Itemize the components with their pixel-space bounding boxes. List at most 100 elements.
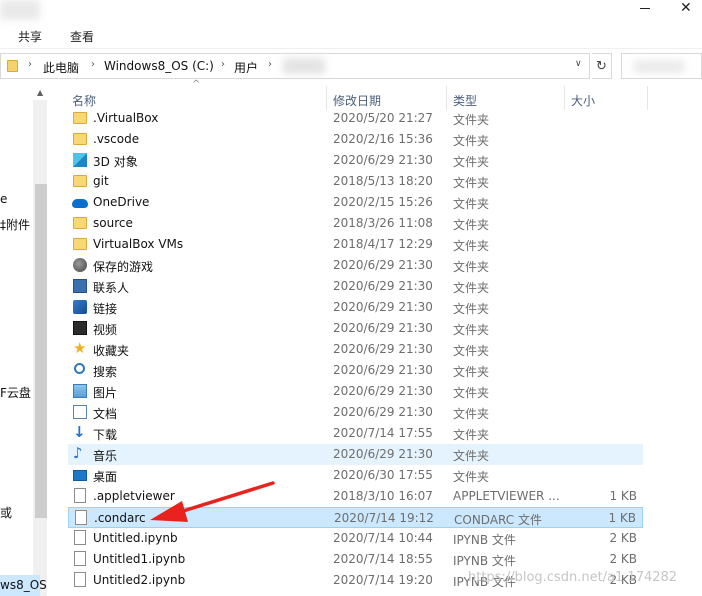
- file-type: IPYNB 文件: [453, 533, 516, 547]
- column-divider[interactable]: [446, 86, 447, 110]
- address-input[interactable]: › 此电脑 › Windows8_OS (C:) › 用户 › ∨: [0, 53, 590, 79]
- navigation-pane: ▲ e ‡附件 F云盘 或 ws8_OS: [0, 84, 50, 596]
- file-row[interactable]: ↓ 下载 2020/7/14 17:55 文件夹: [68, 423, 643, 444]
- chevron-down-icon[interactable]: ∨: [575, 59, 582, 69]
- nav-item-selected[interactable]: ws8_OS: [0, 575, 47, 596]
- column-divider[interactable]: [326, 86, 327, 110]
- file-icon: [74, 488, 86, 503]
- file-row[interactable]: 视频 2020/6/29 21:30 文件夹: [68, 318, 643, 339]
- file-size: 2 KB: [609, 552, 637, 566]
- file-name: source: [93, 216, 133, 230]
- favorites-icon: ★: [73, 339, 87, 357]
- file-name: .appletviewer: [93, 489, 175, 503]
- refresh-button[interactable]: ↻: [592, 53, 612, 79]
- file-date: 2020/2/15 15:26: [333, 195, 433, 209]
- chevron-right-icon[interactable]: ›: [221, 59, 225, 70]
- file-name: OneDrive: [93, 195, 150, 209]
- file-row[interactable]: source 2018/3/26 11:08 文件夹: [68, 213, 643, 234]
- file-name: 收藏夹: [93, 344, 130, 358]
- 3d-objects-icon: [73, 153, 87, 167]
- file-row[interactable]: Untitled.ipynb 2020/7/14 10:44 IPYNB 文件 2 K…: [68, 528, 643, 549]
- file-row[interactable]: .VirtualBox 2020/5/20 21:27 文件夹: [68, 108, 643, 129]
- file-size: 1 KB: [608, 511, 636, 525]
- chevron-right-icon[interactable]: ›: [28, 59, 32, 70]
- file-row[interactable]: .appletviewer 2018/3/10 16:07 APPLETVIEWER…: [68, 486, 643, 507]
- column-size[interactable]: 大小: [571, 92, 595, 109]
- nav-item[interactable]: F云盘: [0, 384, 31, 401]
- file-name: 下载: [93, 428, 118, 442]
- file-date: 2018/3/26 11:08: [333, 216, 433, 230]
- title-bar: ✕: [0, 0, 702, 24]
- file-date: 2020/2/16 15:36: [333, 132, 433, 146]
- searches-icon: [74, 363, 85, 374]
- file-row[interactable]: 桌面 2020/6/30 17:55 文件夹: [68, 465, 643, 486]
- nav-item[interactable]: 或: [0, 504, 12, 521]
- file-date: 2020/7/14 19:20: [333, 573, 433, 587]
- column-divider[interactable]: [647, 86, 648, 110]
- file-type: 文件夹: [453, 113, 490, 127]
- file-type: 文件夹: [453, 155, 490, 169]
- nav-item[interactable]: ‡附件: [0, 216, 30, 233]
- file-row[interactable]: VirtualBox VMs 2018/4/17 12:29 文件夹: [68, 234, 643, 255]
- tab-view[interactable]: 查看: [70, 28, 94, 45]
- nav-item[interactable]: e: [0, 192, 7, 206]
- file-row[interactable]: ♪ 音乐 2020/6/29 21:30 文件夹: [68, 444, 643, 465]
- redacted-title: [0, 0, 40, 20]
- file-name: Untitled.ipynb: [93, 531, 178, 545]
- sort-ascending-icon: ^: [192, 79, 201, 90]
- file-icon: [75, 510, 87, 525]
- nav-scroll-thumb[interactable]: [35, 184, 47, 518]
- file-row[interactable]: 保存的游戏 2020/6/29 21:30 文件夹: [68, 255, 643, 276]
- file-row[interactable]: 文档 2020/6/29 21:30 文件夹: [68, 402, 643, 423]
- breadcrumb-drive[interactable]: Windows8_OS (C:): [104, 59, 214, 73]
- file-row[interactable]: git 2018/5/13 18:20 文件夹: [68, 171, 643, 192]
- file-name: Untitled1.ipynb: [93, 552, 186, 566]
- file-row[interactable]: .condarc 2020/7/14 19:12 CONDARC 文件 1 KB: [68, 507, 643, 528]
- file-type: 文件夹: [453, 218, 490, 232]
- file-date: 2020/5/20 21:27: [333, 111, 433, 125]
- file-row[interactable]: 3D 对象 2020/6/29 21:30 文件夹: [68, 150, 643, 171]
- folder-icon: [7, 60, 18, 72]
- file-row[interactable]: .vscode 2020/2/16 15:36 文件夹: [68, 129, 643, 150]
- file-name: VirtualBox VMs: [93, 237, 184, 251]
- address-bar: › 此电脑 › Windows8_OS (C:) › 用户 › ∨ ↻: [0, 53, 702, 81]
- file-name: 保存的游戏: [93, 260, 154, 274]
- chevron-right-icon[interactable]: ›: [268, 59, 272, 70]
- scroll-up-icon[interactable]: ▲: [37, 88, 43, 97]
- column-type[interactable]: 类型: [453, 92, 477, 109]
- ribbon: 共享 查看: [0, 24, 702, 49]
- minimize-icon[interactable]: [640, 2, 652, 14]
- file-name: 视频: [93, 323, 118, 337]
- file-row[interactable]: 搜索 2020/6/29 21:30 文件夹: [68, 360, 643, 381]
- file-date: 2020/7/14 10:44: [333, 531, 433, 545]
- file-date: 2018/5/13 18:20: [333, 174, 433, 188]
- file-name: .vscode: [93, 132, 140, 146]
- downloads-icon: ↓: [73, 423, 86, 441]
- column-name[interactable]: 名称: [72, 92, 96, 109]
- file-date: 2020/6/29 21:30: [333, 363, 433, 377]
- search-input[interactable]: [621, 53, 702, 79]
- breadcrumb-this-pc[interactable]: 此电脑: [43, 59, 79, 76]
- file-type: 文件夹: [453, 428, 490, 442]
- file-row[interactable]: 联系人 2020/6/29 21:30 文件夹: [68, 276, 643, 297]
- file-row[interactable]: Untitled1.ipynb 2020/7/14 18:55 IPYNB 文件 2 …: [68, 549, 643, 570]
- file-icon: [74, 572, 86, 587]
- file-date: 2020/7/14 17:55: [333, 426, 433, 440]
- contacts-icon: [73, 279, 87, 293]
- file-type: 文件夹: [453, 344, 490, 358]
- column-divider[interactable]: [564, 86, 565, 110]
- file-row[interactable]: 图片 2020/6/29 21:30 文件夹: [68, 381, 643, 402]
- file-row[interactable]: OneDrive 2020/2/15 15:26 文件夹: [68, 192, 643, 213]
- file-type: 文件夹: [453, 239, 490, 253]
- onedrive-icon: [72, 199, 88, 208]
- tab-share[interactable]: 共享: [18, 28, 42, 45]
- file-row[interactable]: 链接 2020/6/29 21:30 文件夹: [68, 297, 643, 318]
- file-name: 链接: [93, 302, 118, 316]
- column-date[interactable]: 修改日期: [333, 92, 381, 109]
- file-type: IPYNB 文件: [453, 554, 516, 568]
- breadcrumb-users[interactable]: 用户: [234, 59, 258, 76]
- file-row[interactable]: ★ 收藏夹 2020/6/29 21:30 文件夹: [68, 339, 643, 360]
- close-icon[interactable]: ✕: [680, 0, 692, 16]
- file-date: 2020/6/29 21:30: [333, 153, 433, 167]
- chevron-right-icon[interactable]: ›: [91, 59, 95, 70]
